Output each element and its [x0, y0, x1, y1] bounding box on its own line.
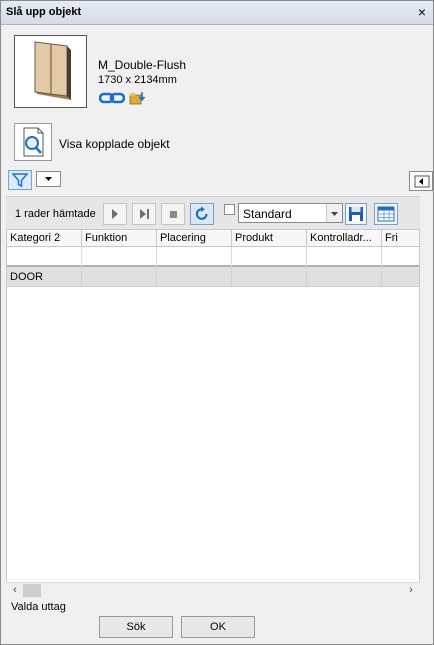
object-name: M_Double-Flush: [98, 58, 187, 72]
link-icon[interactable]: [99, 91, 125, 105]
filter-cell[interactable]: [157, 247, 232, 267]
filter-cell[interactable]: [382, 247, 419, 267]
search-button[interactable]: Sök: [99, 616, 173, 638]
view-select-value: Standard: [243, 207, 292, 221]
rows-status: 1 rader hämtade: [15, 208, 96, 220]
panel-toggle-icon: [414, 175, 430, 188]
grid-header-row: Kategori 2 Funktion Placering Produkt Ko…: [7, 230, 419, 247]
play-icon: [112, 209, 118, 219]
column-header[interactable]: Kategori 2: [7, 230, 82, 247]
column-header[interactable]: Funktion: [82, 230, 157, 247]
object-dimensions: 1730 x 2134mm: [98, 74, 177, 86]
selected-outlets-label: Valda uttag: [11, 601, 66, 613]
column-header[interactable]: Fri: [382, 230, 419, 247]
table-icon: [377, 206, 395, 222]
table-cell[interactable]: [232, 267, 307, 287]
dialog-title: Slå upp objekt: [6, 6, 82, 18]
standard-checkbox[interactable]: [224, 204, 235, 215]
table-cell[interactable]: [82, 267, 157, 287]
scroll-right-icon[interactable]: ›: [404, 583, 418, 598]
grid-view-button[interactable]: [374, 203, 398, 225]
save-button[interactable]: [345, 203, 367, 225]
filter-cell[interactable]: [82, 247, 157, 267]
play-button[interactable]: [103, 203, 127, 225]
scroll-thumb[interactable]: [23, 584, 41, 597]
table-cell[interactable]: [382, 267, 419, 287]
table-cell[interactable]: [157, 267, 232, 287]
magnifier-document-icon: [23, 127, 44, 157]
table-row[interactable]: DOOR: [7, 267, 419, 287]
table-cell[interactable]: [307, 267, 382, 287]
horizontal-scrollbar[interactable]: ‹ ›: [6, 582, 420, 598]
step-button[interactable]: [132, 203, 156, 225]
select-chevron-icon: [326, 204, 342, 222]
object-thumbnail: [14, 35, 87, 108]
stop-button[interactable]: [161, 203, 185, 225]
refresh-button[interactable]: [190, 203, 214, 225]
funnel-icon: [11, 173, 29, 188]
filter-cell[interactable]: [307, 247, 382, 267]
column-header[interactable]: Kontrolladr...: [307, 230, 382, 247]
filter-cell[interactable]: [232, 247, 307, 267]
view-linked-label: Visa kopplade objekt: [59, 137, 170, 151]
load-family-icon[interactable]: [129, 90, 146, 105]
query-toolbar: 1 rader hämtade Standard: [6, 196, 420, 229]
view-linked-button[interactable]: [14, 123, 52, 161]
stop-icon: [170, 211, 177, 218]
panel-toggle-button[interactable]: [409, 171, 433, 191]
filter-dropdown[interactable]: [36, 171, 61, 187]
column-header[interactable]: Placering: [157, 230, 232, 247]
grid-filter-row: [7, 247, 419, 267]
scroll-left-icon[interactable]: ‹: [8, 583, 22, 598]
column-header[interactable]: Produkt: [232, 230, 307, 247]
view-select[interactable]: Standard: [238, 203, 343, 223]
refresh-icon: [195, 206, 208, 220]
chevron-down-icon: [45, 177, 52, 181]
close-button[interactable]: ×: [415, 4, 429, 20]
floppy-disk-icon: [349, 207, 363, 221]
step-forward-icon: [140, 209, 149, 219]
results-grid[interactable]: Kategori 2 Funktion Placering Produkt Ko…: [6, 229, 420, 598]
ok-button[interactable]: OK: [181, 616, 255, 638]
filter-button[interactable]: [8, 170, 32, 190]
door-preview-icon: [34, 41, 71, 100]
title-bar[interactable]: Slå upp objekt ×: [1, 1, 433, 25]
filter-cell[interactable]: [7, 247, 82, 267]
table-cell[interactable]: DOOR: [7, 267, 82, 287]
lookup-dialog: Slå upp objekt × M_Double-Flush 1730 x 2…: [0, 0, 434, 645]
